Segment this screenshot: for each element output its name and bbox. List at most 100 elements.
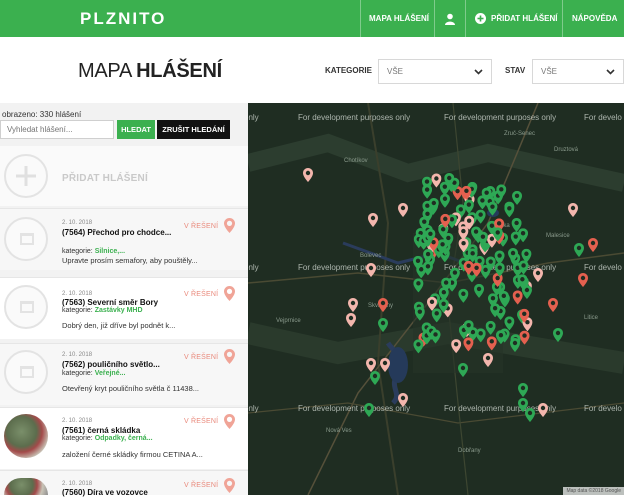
report-category-prefix: kategorie:: [62, 370, 95, 377]
map-marker-icon[interactable]: [475, 209, 486, 224]
report-description: Otevřený kryt pouličního světla č 11438.…: [62, 384, 200, 393]
map-marker-icon[interactable]: [463, 199, 474, 214]
map-marker-icon[interactable]: [525, 408, 535, 422]
nav-add-label: PŘIDAT HLÁŠENÍ: [491, 14, 558, 23]
report-description: založení černé skládky firmou CETINA A..…: [62, 450, 203, 459]
map-marker-icon[interactable]: [366, 358, 376, 372]
map-pins: [303, 168, 598, 422]
map-marker-icon[interactable]: [474, 283, 485, 298]
map-view[interactable]: only For development purposes only For d…: [248, 103, 624, 495]
add-report-label[interactable]: PŘIDAT HLÁŠENÍ: [62, 173, 148, 184]
map-marker-icon[interactable]: [512, 190, 523, 205]
page-title-part1: MAPA: [78, 60, 137, 82]
image-placeholder-icon: [20, 301, 34, 313]
map-marker-icon[interactable]: [378, 318, 388, 332]
nav-add-report[interactable]: PŘIDAT HLÁŠENÍ: [475, 0, 558, 37]
map-marker-icon[interactable]: [483, 353, 493, 367]
map-marker-icon[interactable]: [422, 184, 433, 199]
report-date: 2. 10. 2018: [62, 418, 93, 424]
report-title[interactable]: (7563) Severní směr Bory: [62, 298, 172, 307]
report-thumbnail: [4, 285, 48, 329]
map-marker-icon[interactable]: [475, 328, 486, 343]
category-filter-label: KATEGORIE: [325, 66, 372, 75]
map-marker-icon[interactable]: [439, 193, 450, 208]
status-select[interactable]: VŠE: [532, 59, 624, 84]
map-marker-icon[interactable]: [518, 383, 528, 397]
report-date: 2. 10. 2018: [62, 220, 93, 226]
map-marker-icon[interactable]: [512, 290, 523, 305]
map-marker-icon[interactable]: [413, 278, 424, 293]
map-marker-icon[interactable]: [510, 338, 520, 352]
map-marker-icon[interactable]: [485, 320, 496, 335]
category-select[interactable]: VŠE: [378, 59, 492, 84]
map-marker-icon[interactable]: [368, 213, 378, 227]
report-category-prefix: kategorie:: [62, 248, 95, 255]
report-title[interactable]: (7560) Díra ve vozovce: [62, 488, 172, 497]
map-marker-icon[interactable]: [486, 336, 497, 351]
map-marker-icon[interactable]: [458, 288, 469, 303]
map-marker-icon[interactable]: [413, 339, 424, 354]
map-marker-icon[interactable]: [519, 330, 530, 345]
search-input[interactable]: [0, 120, 114, 139]
image-placeholder-icon: [20, 233, 34, 245]
status-filter-label: STAV: [505, 66, 526, 75]
map-marker-icon[interactable]: [431, 173, 442, 188]
map-marker-icon[interactable]: [370, 371, 380, 385]
user-icon[interactable]: [444, 0, 456, 37]
logo[interactable]: PLZNITO: [80, 9, 166, 29]
map-marker-icon[interactable]: [364, 403, 374, 417]
report-title[interactable]: (7562) pouličního světlo...: [62, 360, 172, 369]
map-marker-icon[interactable]: [510, 231, 521, 246]
map-marker-icon[interactable]: [548, 298, 558, 312]
report-category: kategorie: Zastávky MHD: [62, 307, 143, 314]
nav-help-link[interactable]: NÁPOVĚDA: [572, 0, 617, 37]
cancel-search-button[interactable]: ZRUŠIT HLEDÁNÍ: [157, 120, 230, 139]
map-marker-icon[interactable]: [504, 203, 515, 218]
map-marker-icon[interactable]: [398, 393, 408, 407]
report-category-value[interactable]: Silnice,...: [95, 248, 125, 255]
map-marker-icon[interactable]: [380, 358, 390, 372]
report-title[interactable]: (7564) Přechod pro chodce...: [62, 228, 172, 237]
map-marker-icon[interactable]: [578, 273, 588, 287]
map-marker-icon[interactable]: [553, 328, 563, 342]
search-button[interactable]: HLEDAT: [117, 120, 155, 139]
report-category: kategorie: Silnice,...: [62, 248, 125, 255]
map-marker-icon[interactable]: [568, 203, 578, 217]
report-category-value[interactable]: Odpadky, černá...: [95, 435, 153, 442]
nav-map-link[interactable]: MAPA HLÁŠENÍ: [369, 0, 429, 37]
report-status: V ŘEŠENÍ: [184, 418, 219, 425]
report-status: V ŘEŠENÍ: [184, 482, 219, 489]
nav-separator: [562, 0, 563, 37]
map-marker-icon[interactable]: [458, 363, 468, 377]
map-marker-icon[interactable]: [430, 329, 441, 344]
report-date: 2. 10. 2018: [62, 481, 93, 487]
map-marker-icon[interactable]: [431, 308, 442, 323]
map-marker-icon[interactable]: [346, 313, 356, 327]
map-marker-icon[interactable]: [574, 243, 584, 257]
map-marker-icon[interactable]: [451, 339, 462, 354]
report-category-prefix: kategorie:: [62, 307, 95, 314]
report-date: 2. 10. 2018: [62, 291, 93, 297]
map-marker-icon[interactable]: [463, 337, 474, 352]
map-marker-icon[interactable]: [494, 250, 505, 265]
map-marker-icon[interactable]: [414, 306, 425, 321]
map-marker-icon[interactable]: [477, 195, 488, 210]
map-marker-icon[interactable]: [366, 263, 376, 277]
map-pin-icon: [224, 414, 235, 429]
map-marker-icon[interactable]: [348, 298, 358, 312]
report-photo: [4, 478, 48, 495]
report-category-value[interactable]: Zastávky MHD: [95, 307, 143, 314]
map-marker-icon[interactable]: [533, 268, 543, 282]
map-marker-icon[interactable]: [398, 203, 408, 217]
map-marker-icon[interactable]: [538, 403, 548, 417]
chevron-down-icon: [606, 69, 615, 75]
report-category-value[interactable]: Veřejné...: [95, 370, 126, 377]
map-marker-icon[interactable]: [303, 168, 313, 182]
map-marker-icon[interactable]: [378, 298, 388, 312]
add-report-icon[interactable]: [4, 154, 48, 198]
status-select-value: VŠE: [541, 67, 558, 76]
map-marker-icon[interactable]: [588, 238, 598, 252]
map-marker-icon[interactable]: [487, 201, 498, 216]
report-title[interactable]: (7561) černá skládka: [62, 426, 172, 435]
map-marker-icon[interactable]: [504, 316, 515, 331]
